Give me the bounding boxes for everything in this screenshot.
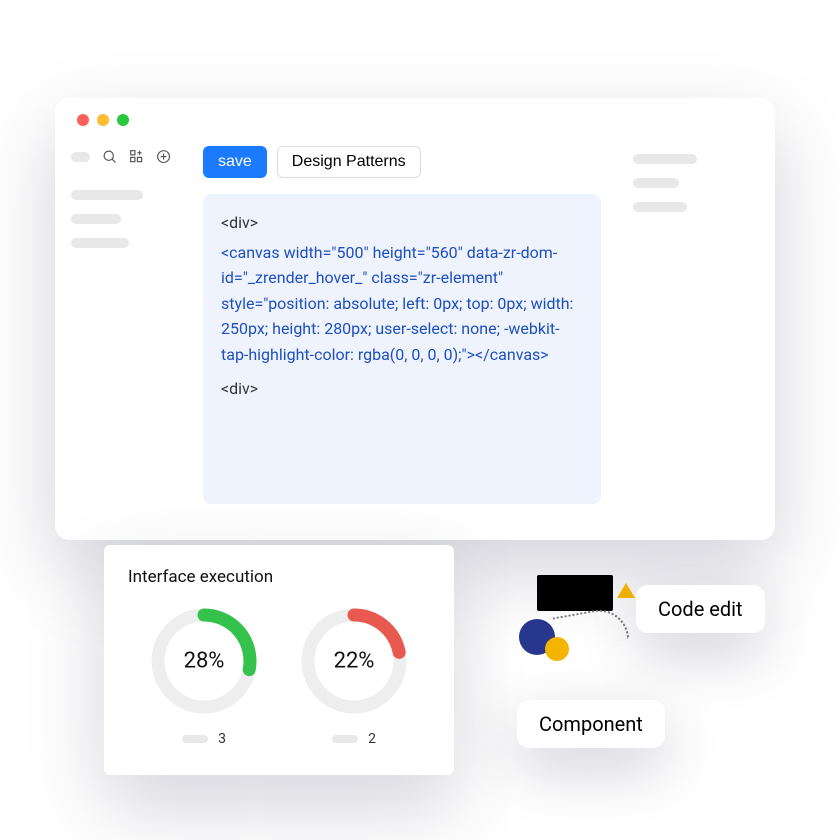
traffic-lights — [77, 114, 129, 126]
right-placeholder — [633, 202, 687, 212]
gauge-2: 22% 2 — [294, 601, 414, 747]
gauge-ring-2: 22% — [294, 601, 414, 721]
browser-window: save Design Patterns <div> <canvas width… — [55, 98, 775, 540]
save-button[interactable]: save — [203, 146, 267, 178]
right-placeholder — [633, 178, 679, 188]
right-placeholder — [633, 154, 697, 164]
nav-placeholder — [71, 190, 143, 200]
component-pill[interactable]: Component — [517, 700, 665, 748]
window-minimize-icon[interactable] — [97, 114, 109, 126]
browser-body: save Design Patterns <div> <canvas width… — [55, 98, 775, 540]
plus-circle-icon[interactable] — [156, 148, 171, 166]
decorative-graphic — [515, 575, 635, 685]
gauge-1: 28% 3 — [144, 601, 264, 747]
gauge-ring-1: 28% — [144, 601, 264, 721]
nav-placeholder — [71, 238, 129, 248]
interface-execution-card: Interface execution 28% 3 22% — [104, 545, 454, 775]
gauge-legend-1: 3 — [218, 731, 226, 747]
nav-placeholder — [71, 214, 121, 224]
window-maximize-icon[interactable] — [117, 114, 129, 126]
gauges-row: 28% 3 22% 2 — [128, 601, 430, 747]
code-edit-pill[interactable]: Code edit — [636, 585, 765, 633]
code-canvas-line: <canvas width="500" height="560" data-zr… — [221, 240, 583, 368]
legend-swatch — [182, 735, 208, 743]
placeholder-icon — [71, 152, 90, 162]
legend-swatch — [332, 735, 358, 743]
sidebar-toolbar — [71, 148, 171, 166]
code-open-tag: <div> — [221, 210, 583, 236]
gauge-value-1: 28% — [184, 649, 225, 674]
search-icon[interactable] — [102, 148, 117, 166]
deco-code-block-icon — [537, 575, 613, 611]
deco-node-orange-icon — [545, 637, 569, 661]
main-area: save Design Patterns <div> <canvas width… — [187, 138, 617, 540]
sidebar-nav-placeholders — [71, 190, 171, 248]
gauge-footer-2: 2 — [332, 731, 376, 747]
deco-triangle-icon — [617, 583, 635, 598]
code-close-tag: <div> — [221, 376, 583, 402]
button-row: save Design Patterns — [203, 146, 601, 178]
gauge-footer-1: 3 — [182, 731, 226, 747]
sidebar-left — [55, 138, 187, 540]
exec-card-title: Interface execution — [128, 567, 430, 587]
code-block[interactable]: <div> <canvas width="500" height="560" d… — [203, 194, 601, 504]
gauge-legend-2: 2 — [368, 731, 376, 747]
window-close-icon[interactable] — [77, 114, 89, 126]
sidebar-right — [617, 138, 749, 540]
gauge-value-2: 22% — [334, 649, 375, 674]
design-patterns-button[interactable]: Design Patterns — [277, 146, 421, 178]
grid-add-icon[interactable] — [129, 148, 144, 166]
